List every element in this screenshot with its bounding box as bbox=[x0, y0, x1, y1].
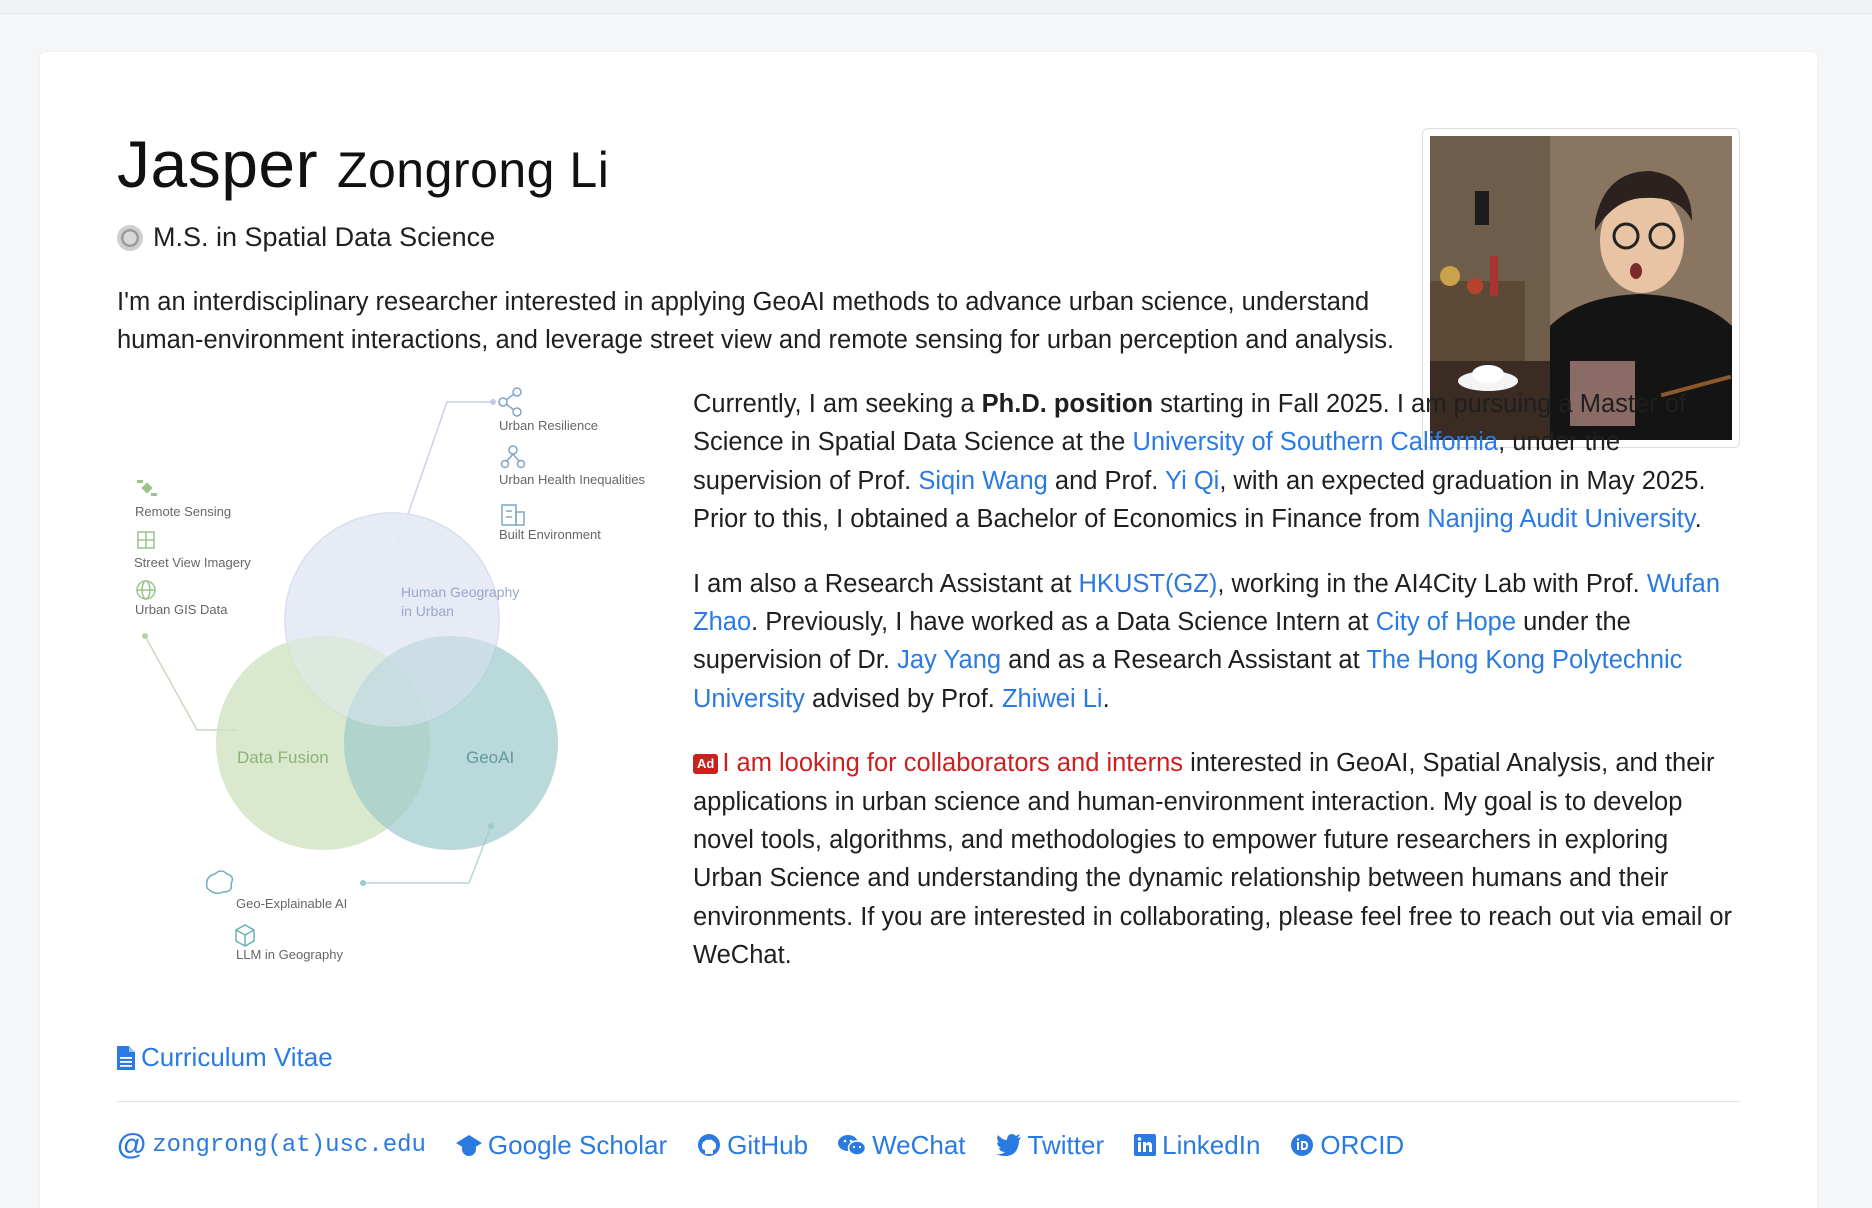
ad-badge-icon: Ad bbox=[693, 754, 719, 775]
linkedin-icon bbox=[1134, 1134, 1157, 1156]
bio-paragraph-3: Ad I am looking for collaborators and int… bbox=[693, 749, 1732, 970]
venn-label-human-geography-1: Human Geography bbox=[401, 584, 519, 600]
globe-icon bbox=[136, 580, 156, 600]
first-name: Jasper bbox=[117, 127, 319, 201]
divider bbox=[117, 1101, 1740, 1102]
email-link[interactable]: @ zongrong(at)usc.edu bbox=[117, 1128, 426, 1162]
bio-paragraph-1: Currently, I am seeking a Ph.D. position… bbox=[693, 390, 1706, 534]
link-usc[interactable]: University of Southern California bbox=[1132, 428, 1498, 456]
link-hkust-gz[interactable]: HKUST(GZ) bbox=[1079, 570, 1218, 598]
degree-text: M.S. in Spatial Data Science bbox=[153, 222, 496, 252]
twitter-label: Twitter bbox=[1027, 1129, 1105, 1160]
wechat-link[interactable]: WeChat bbox=[838, 1128, 966, 1162]
venn-label-data-fusion: Data Fusion bbox=[237, 748, 329, 767]
wechat-label: WeChat bbox=[872, 1129, 966, 1160]
university-seal-icon bbox=[117, 224, 143, 251]
contact-links: @ zongrong(at)usc.edu Google Scholar Git… bbox=[117, 1128, 1404, 1162]
share-icon bbox=[498, 387, 522, 417]
orcid-label: ORCID bbox=[1320, 1129, 1405, 1160]
top-item-urban-health: Urban Health Inequalities bbox=[499, 472, 645, 487]
cube-icon bbox=[235, 924, 255, 947]
linkedin-label: LinkedIn bbox=[1162, 1129, 1261, 1160]
google-scholar-label: Google Scholar bbox=[487, 1129, 668, 1160]
top-bar bbox=[0, 0, 1872, 14]
orcid-link[interactable]: ORCID bbox=[1290, 1128, 1404, 1162]
link-nanjing-audit[interactable]: Nanjing Audit University bbox=[1427, 505, 1694, 533]
research-venn-diagram: Human Geography in Urban Data Fusion Geo… bbox=[134, 387, 645, 962]
google-scholar-link[interactable]: Google Scholar bbox=[455, 1128, 668, 1162]
people-icon bbox=[500, 445, 526, 469]
intro-text: I'm an interdisciplinary researcher inte… bbox=[117, 288, 1395, 354]
wechat-icon bbox=[838, 1135, 867, 1156]
graduation-cap-icon bbox=[455, 1135, 482, 1156]
twitter-icon bbox=[995, 1134, 1021, 1156]
rest-name: Zongrong Li bbox=[336, 142, 610, 198]
orcid-icon bbox=[1291, 1134, 1314, 1156]
at-icon: @ bbox=[117, 1128, 147, 1161]
link-city-of-hope[interactable]: City of Hope bbox=[1376, 608, 1516, 636]
github-label: GitHub bbox=[727, 1129, 809, 1160]
left-item-street-view: Street View Imagery bbox=[134, 555, 251, 570]
bottom-item-geo-explainable: Geo-Explainable AI bbox=[236, 896, 347, 911]
cv-label: Curriculum Vitae bbox=[141, 1042, 333, 1072]
link-yi-qi[interactable]: Yi Qi bbox=[1165, 467, 1219, 495]
file-icon bbox=[117, 1045, 135, 1070]
phd-position-text: Ph.D. position bbox=[981, 390, 1154, 418]
left-item-remote-sensing: Remote Sensing bbox=[135, 504, 231, 519]
github-link[interactable]: GitHub bbox=[697, 1128, 808, 1162]
github-icon bbox=[698, 1134, 721, 1156]
bio-section: Currently, I am seeking a Ph.D. position… bbox=[693, 385, 1743, 1001]
collaborators-callout: I am looking for collaborators and inter… bbox=[722, 749, 1183, 778]
brain-icon bbox=[205, 870, 234, 895]
curriculum-vitae-link[interactable]: Curriculum Vitae bbox=[117, 1042, 333, 1073]
top-item-built-environment: Built Environment bbox=[499, 527, 601, 542]
grid-icon bbox=[137, 531, 155, 549]
twitter-link[interactable]: Twitter bbox=[995, 1128, 1105, 1162]
link-siqin-wang[interactable]: Siqin Wang bbox=[918, 467, 1047, 495]
building-icon bbox=[501, 504, 525, 526]
satellite-icon bbox=[137, 480, 157, 496]
degree-line: M.S. in Spatial Data Science bbox=[117, 222, 495, 253]
venn-label-human-geography-2: in Urban bbox=[401, 603, 454, 619]
link-jay-yang[interactable]: Jay Yang bbox=[897, 646, 1001, 674]
left-item-urban-gis: Urban GIS Data bbox=[135, 602, 228, 617]
email-text: zongrong(at)usc.edu bbox=[152, 1131, 426, 1159]
bio-paragraph-2: I am also a Research Assistant at HKUST(… bbox=[693, 569, 1721, 713]
page-title: Jasper Zongrong Li bbox=[117, 128, 609, 201]
bottom-item-llm-geography: LLM in Geography bbox=[236, 947, 343, 962]
link-zhiwei-li[interactable]: Zhiwei Li bbox=[1002, 685, 1103, 713]
top-item-urban-resilience: Urban Resilience bbox=[499, 418, 598, 433]
venn-label-geoai: GeoAI bbox=[466, 748, 514, 767]
linkedin-link[interactable]: LinkedIn bbox=[1134, 1128, 1260, 1162]
